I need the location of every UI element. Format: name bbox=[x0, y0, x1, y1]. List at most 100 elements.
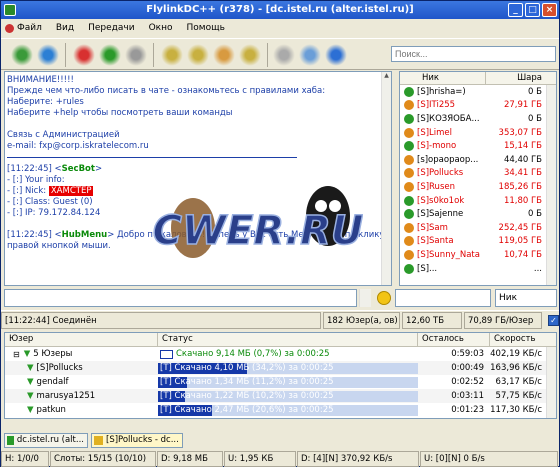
input-scroll[interactable] bbox=[359, 289, 371, 307]
user-row[interactable]: [S]Santa 119,05 ГБ bbox=[400, 235, 556, 249]
col-nick[interactable]: Ник bbox=[400, 72, 486, 84]
connection-status: [11:22:44] Соединён bbox=[1, 312, 321, 329]
user-list-scrollbar[interactable] bbox=[546, 85, 556, 285]
total-download: D: 9,18 МБ bbox=[157, 451, 223, 467]
maximize-button[interactable]: □ bbox=[525, 3, 540, 17]
favorites-hub-icon[interactable] bbox=[73, 44, 95, 66]
chat-area[interactable]: ВНИМАНИЕ!!!!! Прежде чем что-либо писать… bbox=[4, 71, 392, 286]
user-row[interactable]: [S]КОЗЯОБА... 0 Б bbox=[400, 112, 556, 126]
filter-input[interactable] bbox=[395, 289, 491, 307]
title-bar: FlylinkDC++ (r378) - [dc.istel.ru (alter… bbox=[1, 1, 559, 19]
minimize-button[interactable]: _ bbox=[508, 3, 523, 17]
chat-line: e-mail: fxp@corp.iskratelecom.ru bbox=[7, 141, 149, 151]
download-speed: D: [4][N] 370,92 КБ/s bbox=[297, 451, 419, 467]
input-row: Ник bbox=[4, 289, 557, 307]
transfer-progress-bar: [T] Скачано 4,10 МБ (34,2%) за 0:00:25 bbox=[158, 362, 418, 375]
close-button[interactable]: × bbox=[542, 3, 557, 17]
user-status-icon bbox=[404, 154, 414, 165]
menu-bar: Файл Вид Передачи Окно Помощь bbox=[1, 19, 559, 37]
user-row[interactable]: [S]-mono 15,14 ГБ bbox=[400, 139, 556, 153]
svg-text:CWER.RU: CWER.RU bbox=[153, 208, 363, 254]
finished-downloads-icon[interactable] bbox=[187, 44, 209, 66]
filter-column-select[interactable]: Ник bbox=[495, 289, 557, 307]
transfer-row[interactable]: ▼ patkun [T] Скачано 2,47 МБ (20,6%) за 0:… bbox=[5, 403, 556, 417]
cwer-logo: CWER.RU bbox=[153, 186, 363, 258]
upload-speed: U: [0][N] 0 Б/s bbox=[420, 451, 558, 467]
share-per-user: 70,89 ГБ/Юзер bbox=[464, 312, 542, 329]
col-share[interactable]: Шара bbox=[486, 72, 556, 84]
transfers-scrollbar[interactable] bbox=[546, 347, 556, 418]
pm-tab-icon bbox=[94, 436, 103, 445]
user-status-icon bbox=[404, 236, 414, 247]
user-row[interactable]: [S]ITi255 27,91 ГБ bbox=[400, 99, 556, 113]
chat-line: Прежде чем что-либо писать в чате - озна… bbox=[7, 86, 326, 96]
transfers-header: Юзер Статус Осталось Скорость bbox=[5, 333, 556, 347]
tab-private-chat[interactable]: [S]Pollucks - dc... bbox=[91, 433, 183, 448]
users-icon[interactable] bbox=[99, 44, 121, 66]
user-row[interactable]: [S]Sam 252,45 ГБ bbox=[400, 221, 556, 235]
user-list[interactable]: Ник Шара [S]hrisha=) 0 Б [S]ITi255 27,91 ГБ… bbox=[399, 71, 557, 286]
hub-share: 12,60 ТБ bbox=[402, 312, 462, 329]
user-row[interactable]: [S]...... bbox=[400, 262, 556, 276]
search-icon[interactable] bbox=[273, 44, 295, 66]
menu-window[interactable]: Окно bbox=[149, 23, 173, 33]
col-speed[interactable]: Скорость bbox=[490, 333, 556, 346]
user-status-icon bbox=[404, 168, 414, 179]
user-row[interactable]: [s]opaopaop... 44,40 ГБ bbox=[400, 153, 556, 167]
user-status-icon bbox=[404, 195, 414, 206]
adl-search-icon[interactable] bbox=[299, 44, 321, 66]
user-row[interactable]: [S]Pollucks 34,41 ГБ bbox=[400, 167, 556, 181]
tab-bar: dc.istel.ru (alt... [S]Pollucks - dc... bbox=[1, 432, 559, 449]
transfer-group-row[interactable]: ⊟ ▼ 5 Юзеры Скачано 9,14 МБ (0,7%) за 0:00… bbox=[5, 347, 556, 361]
user-status-icon bbox=[404, 263, 414, 274]
user-status-icon bbox=[404, 209, 414, 220]
search-spy-icon[interactable] bbox=[325, 44, 347, 66]
menu-help[interactable]: Помощь bbox=[187, 23, 225, 33]
user-row[interactable]: [S]Limel 353,07 ГБ bbox=[400, 126, 556, 140]
search-input[interactable] bbox=[391, 46, 556, 62]
user-status-icon bbox=[404, 181, 414, 192]
user-row[interactable]: [S]Rusen 185,26 ГБ bbox=[400, 180, 556, 194]
connect-icon[interactable] bbox=[37, 44, 59, 66]
col-user[interactable]: Юзер bbox=[5, 333, 158, 346]
chat-line: Наберите +help чтобы посмотреть ваши ком… bbox=[7, 108, 233, 118]
transfer-progress-bar: [T] Скачано 2,47 МБ (20,6%) за 0:00:25 bbox=[158, 404, 418, 417]
transfers-panel[interactable]: Юзер Статус Осталось Скорость ⊟ ▼ 5 Юзеры … bbox=[4, 332, 557, 419]
hubs-count: Н: 1/0/0 bbox=[1, 451, 49, 467]
main-window: FlylinkDC++ (r378) - [dc.istel.ru (alter… bbox=[0, 0, 560, 467]
transfer-row[interactable]: ▼ marusya1251 [T] Скачано 1,22 МБ (10,2%) … bbox=[5, 389, 556, 403]
finished-uploads-icon[interactable] bbox=[239, 44, 261, 66]
download-queue-icon[interactable] bbox=[161, 44, 183, 66]
chat-line: ВНИМАНИЕ!!!!! bbox=[7, 75, 74, 85]
settings-gear-icon[interactable] bbox=[125, 44, 147, 66]
reconnect-icon[interactable] bbox=[11, 44, 33, 66]
menu-file[interactable]: Файл bbox=[5, 23, 42, 33]
user-count: 182 Юзер(а, ов) bbox=[323, 312, 400, 329]
user-row[interactable]: [S]Sunny_Nata 10,74 ГБ bbox=[400, 248, 556, 262]
hub-tab-icon bbox=[7, 436, 14, 445]
menu-view[interactable]: Вид bbox=[56, 23, 74, 33]
transfer-progress-bar: [T] Скачано 1,34 МБ (11,2%) за 0:00:25 bbox=[158, 376, 418, 389]
col-left[interactable]: Осталось bbox=[418, 333, 490, 346]
user-row[interactable]: [S]hrisha=) 0 Б bbox=[400, 85, 556, 99]
app-icon bbox=[4, 4, 16, 16]
user-row[interactable]: [S]Sajenne 0 Б bbox=[400, 207, 556, 221]
upload-queue-icon[interactable] bbox=[213, 44, 235, 66]
smiley-icon[interactable] bbox=[377, 291, 391, 305]
global-status-bar: Н: 1/0/0 Слоты: 15/15 (10/10) D: 9,18 МБ… bbox=[1, 451, 559, 467]
col-status[interactable]: Статус bbox=[158, 333, 418, 346]
menu-transfers[interactable]: Передачи bbox=[88, 23, 134, 33]
transfer-row[interactable]: ▼ gendalf [T] Скачано 1,34 МБ (11,2%) за 0… bbox=[5, 375, 556, 389]
chat-scrollbar[interactable]: ▲ bbox=[381, 72, 391, 285]
tab-hub[interactable]: dc.istel.ru (alt... bbox=[4, 433, 88, 448]
transfer-progress-bar: [T] Скачано 1,22 МБ (10,2%) за 0:00:25 bbox=[158, 390, 418, 403]
transfer-row[interactable]: ▼ [S]Pollucks [T] Скачано 4,10 МБ (34,2%) … bbox=[5, 361, 556, 375]
chat-line: [11:22:45] <SecBot> bbox=[7, 164, 103, 174]
userlist-toggle-checkbox[interactable]: ✓ bbox=[548, 315, 559, 326]
slots: Слоты: 15/15 (10/10) bbox=[50, 451, 156, 467]
user-row[interactable]: [S]s0ko1ok 11,80 ГБ bbox=[400, 194, 556, 208]
user-status-icon bbox=[404, 141, 414, 152]
chat-input[interactable] bbox=[4, 289, 357, 307]
user-status-icon bbox=[404, 86, 414, 97]
window-controls: _ □ × bbox=[508, 3, 557, 17]
